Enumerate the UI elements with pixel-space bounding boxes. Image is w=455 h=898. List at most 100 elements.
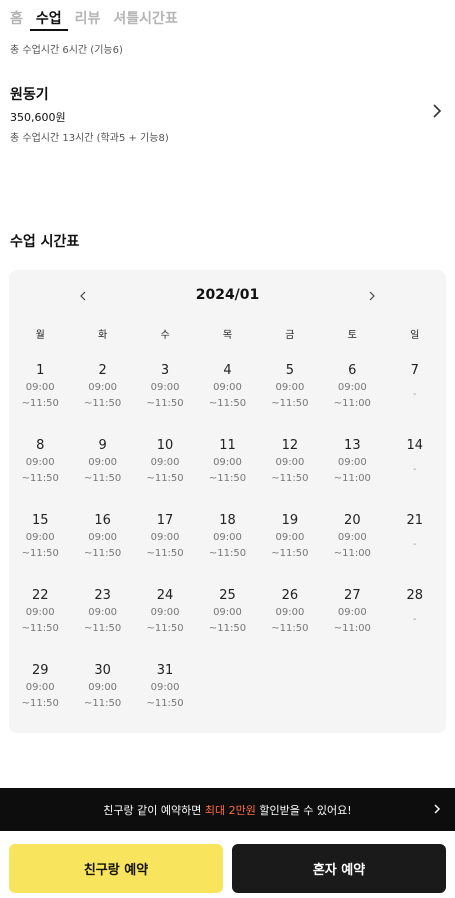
calendar-day[interactable]: 24 09:00 ~11:50 [134, 587, 196, 662]
class-end-time: ~11:50 [84, 698, 122, 709]
calendar-day[interactable]: 5 09:00 ~11:50 [259, 362, 321, 437]
calendar-day[interactable]: 14 - [384, 437, 446, 512]
calendar-day[interactable]: 19 09:00 ~11:50 [259, 512, 321, 587]
class-end-time: ~11:50 [271, 473, 309, 484]
day-number: 2 [98, 363, 107, 378]
calendar-day[interactable]: 28 - [384, 587, 446, 662]
calendar-day[interactable]: 30 09:00 ~11:50 [71, 662, 133, 737]
day-number: 17 [156, 513, 174, 528]
chevron-right-icon [433, 104, 442, 118]
class-end-time: ~11:50 [21, 698, 59, 709]
class-end-time: ~11:50 [146, 473, 184, 484]
class-end-time: ~11:50 [84, 398, 122, 409]
friend-discount-banner[interactable]: 친구랑 같이 예약하면 최대 2만원 할인받을 수 있어요! [0, 788, 455, 831]
promo-text-before: 친구랑 같이 예약하면 [103, 804, 205, 817]
day-number: 8 [36, 438, 45, 453]
calendar-day[interactable]: 12 09:00 ~11:50 [259, 437, 321, 512]
class-end-time: ~11:50 [84, 623, 122, 634]
class-start-time: 09:00 [337, 457, 367, 468]
weekday-label: 월 [35, 330, 45, 341]
class-start-time: 09:00 [213, 382, 242, 393]
schedule-calendar: 2024/01 월 화 수 목 금 토 일 1 09:00 ~11:50 2 09:00 ~11:50… [9, 270, 446, 733]
class-end-time: ~11:50 [271, 623, 309, 634]
tab-review[interactable]: 리뷰 [75, 0, 101, 32]
class-end-time: ~11:50 [208, 623, 247, 634]
day-number: 11 [219, 438, 236, 453]
calendar-day[interactable]: 29 09:00 ~11:50 [9, 662, 71, 737]
calendar-day[interactable]: 23 09:00 ~11:50 [71, 587, 133, 662]
calendar-day[interactable]: 8 09:00 ~11:50 [9, 437, 71, 512]
day-number: 23 [94, 588, 111, 603]
day-number: 29 [31, 663, 49, 678]
tab-home[interactable]: 홈 [10, 0, 23, 32]
class-start-time: 09:00 [275, 607, 305, 618]
book-with-friend-button[interactable]: 친구랑 예약 [9, 844, 223, 893]
weekday-label: 토 [347, 330, 357, 341]
calendar-day[interactable]: 26 09:00 ~11:50 [259, 587, 321, 662]
calendar-day[interactable]: 18 09:00 ~11:50 [196, 512, 258, 587]
course-card[interactable]: 원동기 350,600원 총 수업시간 13시간 (학과5 + 기능8) [10, 80, 445, 146]
calendar-day[interactable]: 31 09:00 ~11:50 [134, 662, 196, 737]
calendar-day[interactable]: 25 09:00 ~11:50 [196, 587, 258, 662]
class-start-time: 09:00 [150, 382, 180, 393]
class-start-time: 09:00 [213, 457, 242, 468]
calendar-day[interactable]: 22 09:00 ~11:50 [9, 587, 71, 662]
calendar-day[interactable]: 3 09:00 ~11:50 [134, 362, 196, 437]
day-number: 18 [219, 513, 236, 528]
day-number: 5 [285, 363, 295, 378]
day-number: 16 [94, 513, 111, 528]
class-end-time: ~11:50 [21, 548, 59, 559]
class-end-time: ~11:50 [208, 548, 247, 559]
class-start-time: 09:00 [150, 532, 180, 543]
day-number: 19 [281, 513, 299, 528]
chevron-right-icon [434, 804, 441, 814]
class-end-time: ~11:00 [333, 473, 371, 484]
day-number: 24 [156, 588, 174, 603]
tab-class[interactable]: 수업 [29, 0, 68, 32]
calendar-day[interactable]: 13 09:00 ~11:00 [321, 437, 383, 512]
calendar-day[interactable]: 9 09:00 ~11:50 [71, 437, 133, 512]
day-number: 31 [156, 663, 174, 678]
book-alone-button[interactable]: 혼자 예약 [232, 844, 446, 893]
calendar-day[interactable]: 20 09:00 ~11:00 [321, 512, 383, 587]
calendar-day[interactable]: 6 09:00 ~11:00 [321, 362, 383, 437]
no-class-marker: - [412, 389, 417, 400]
calendar-day[interactable]: 15 09:00 ~11:50 [9, 512, 71, 587]
calendar-day[interactable]: 17 09:00 ~11:50 [134, 512, 196, 587]
day-number: 15 [31, 513, 49, 528]
day-number: 6 [348, 363, 357, 378]
calendar-day[interactable]: 11 09:00 ~11:50 [196, 437, 258, 512]
class-start-time: 09:00 [275, 382, 305, 393]
class-end-time: ~11:50 [21, 473, 59, 484]
calendar-day[interactable]: 2 09:00 ~11:50 [71, 362, 133, 437]
class-end-time: ~11:00 [333, 623, 371, 634]
calendar-day[interactable]: 7- [384, 362, 446, 437]
no-class-marker: - [412, 539, 417, 550]
class-end-time: ~11:50 [271, 548, 309, 559]
calendar-day[interactable]: 10 09:00 ~11:50 [134, 437, 196, 512]
class-end-time: ~11:50 [146, 398, 184, 409]
class-start-time: 09:00 [275, 532, 305, 543]
class-start-time: 09:00 [25, 382, 55, 393]
class-end-time: ~11:00 [333, 398, 371, 409]
class-start-time: 09:00 [25, 607, 55, 618]
class-end-time: ~11:50 [21, 398, 59, 409]
day-grid: 1 09:00 ~11:50 2 09:00 ~11:50 3 09:00 ~11:50 4 09:… [9, 362, 446, 737]
calendar-day[interactable]: 16 09:00 ~11:50 [71, 512, 133, 587]
class-start-time: 09:00 [213, 532, 242, 543]
calendar-day[interactable]: 4 09:00 ~11:50 [196, 362, 258, 437]
weekday-label: 수 [160, 330, 170, 341]
class-end-time: ~11:50 [21, 623, 59, 634]
day-number: 30 [94, 663, 111, 678]
class-start-time: 09:00 [337, 382, 367, 393]
calendar-day[interactable]: 1 09:00 ~11:50 [9, 362, 71, 437]
class-end-time: ~11:50 [146, 698, 184, 709]
calendar-day[interactable]: 21 - [384, 512, 446, 587]
class-start-time: 09:00 [150, 682, 180, 693]
day-number: 26 [281, 588, 299, 603]
weekday-label: 목 [222, 330, 233, 341]
calendar-day[interactable]: 27 09:00 ~11:00 [321, 587, 383, 662]
chevron-right-icon[interactable] [365, 288, 379, 304]
tab-shuttle-schedule[interactable]: 셔틀시간표 [113, 0, 177, 32]
class-start-time: 09:00 [88, 457, 118, 468]
